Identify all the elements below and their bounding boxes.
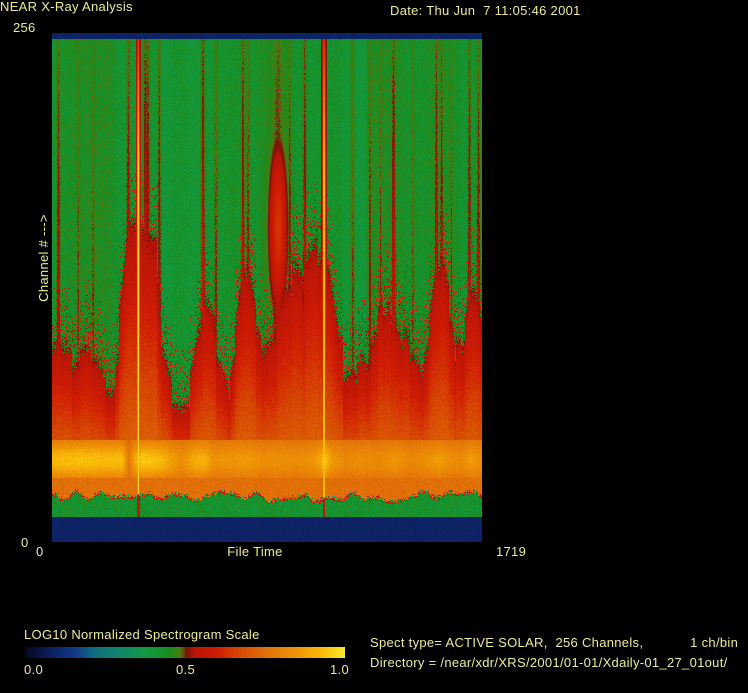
colorbar-tick-min: 0.0 [24, 662, 43, 677]
colorbar-title: LOG10 Normalized Spectrogram Scale [24, 627, 260, 642]
y-axis-title: Channel # ---> [36, 214, 51, 302]
x-axis-title: File Time [227, 544, 283, 559]
directory-line: Directory = /near/xdr/XRS/2001/01-01/Xda… [370, 655, 728, 670]
spect-type-line: Spect type= ACTIVE SOLAR, 256 Channels, … [370, 635, 739, 650]
x-axis-max-label: 1719 [496, 544, 527, 559]
colorbar-gradient [25, 647, 345, 658]
date-label: Date: Thu Jun 7 11:05:46 2001 [390, 3, 581, 18]
colorbar-tick-mid: 0.5 [176, 662, 195, 677]
page-title: NEAR X-Ray Analysis [0, 0, 133, 14]
y-axis-min-label: 0 [21, 535, 29, 550]
colorbar-tick-max: 1.0 [330, 662, 349, 677]
spectrogram-heatmap [52, 33, 482, 542]
near-xray-analysis-window: { "header": { "title": "NEAR X-Ray Analy… [0, 0, 748, 693]
y-axis-max-label: 256 [13, 20, 36, 35]
